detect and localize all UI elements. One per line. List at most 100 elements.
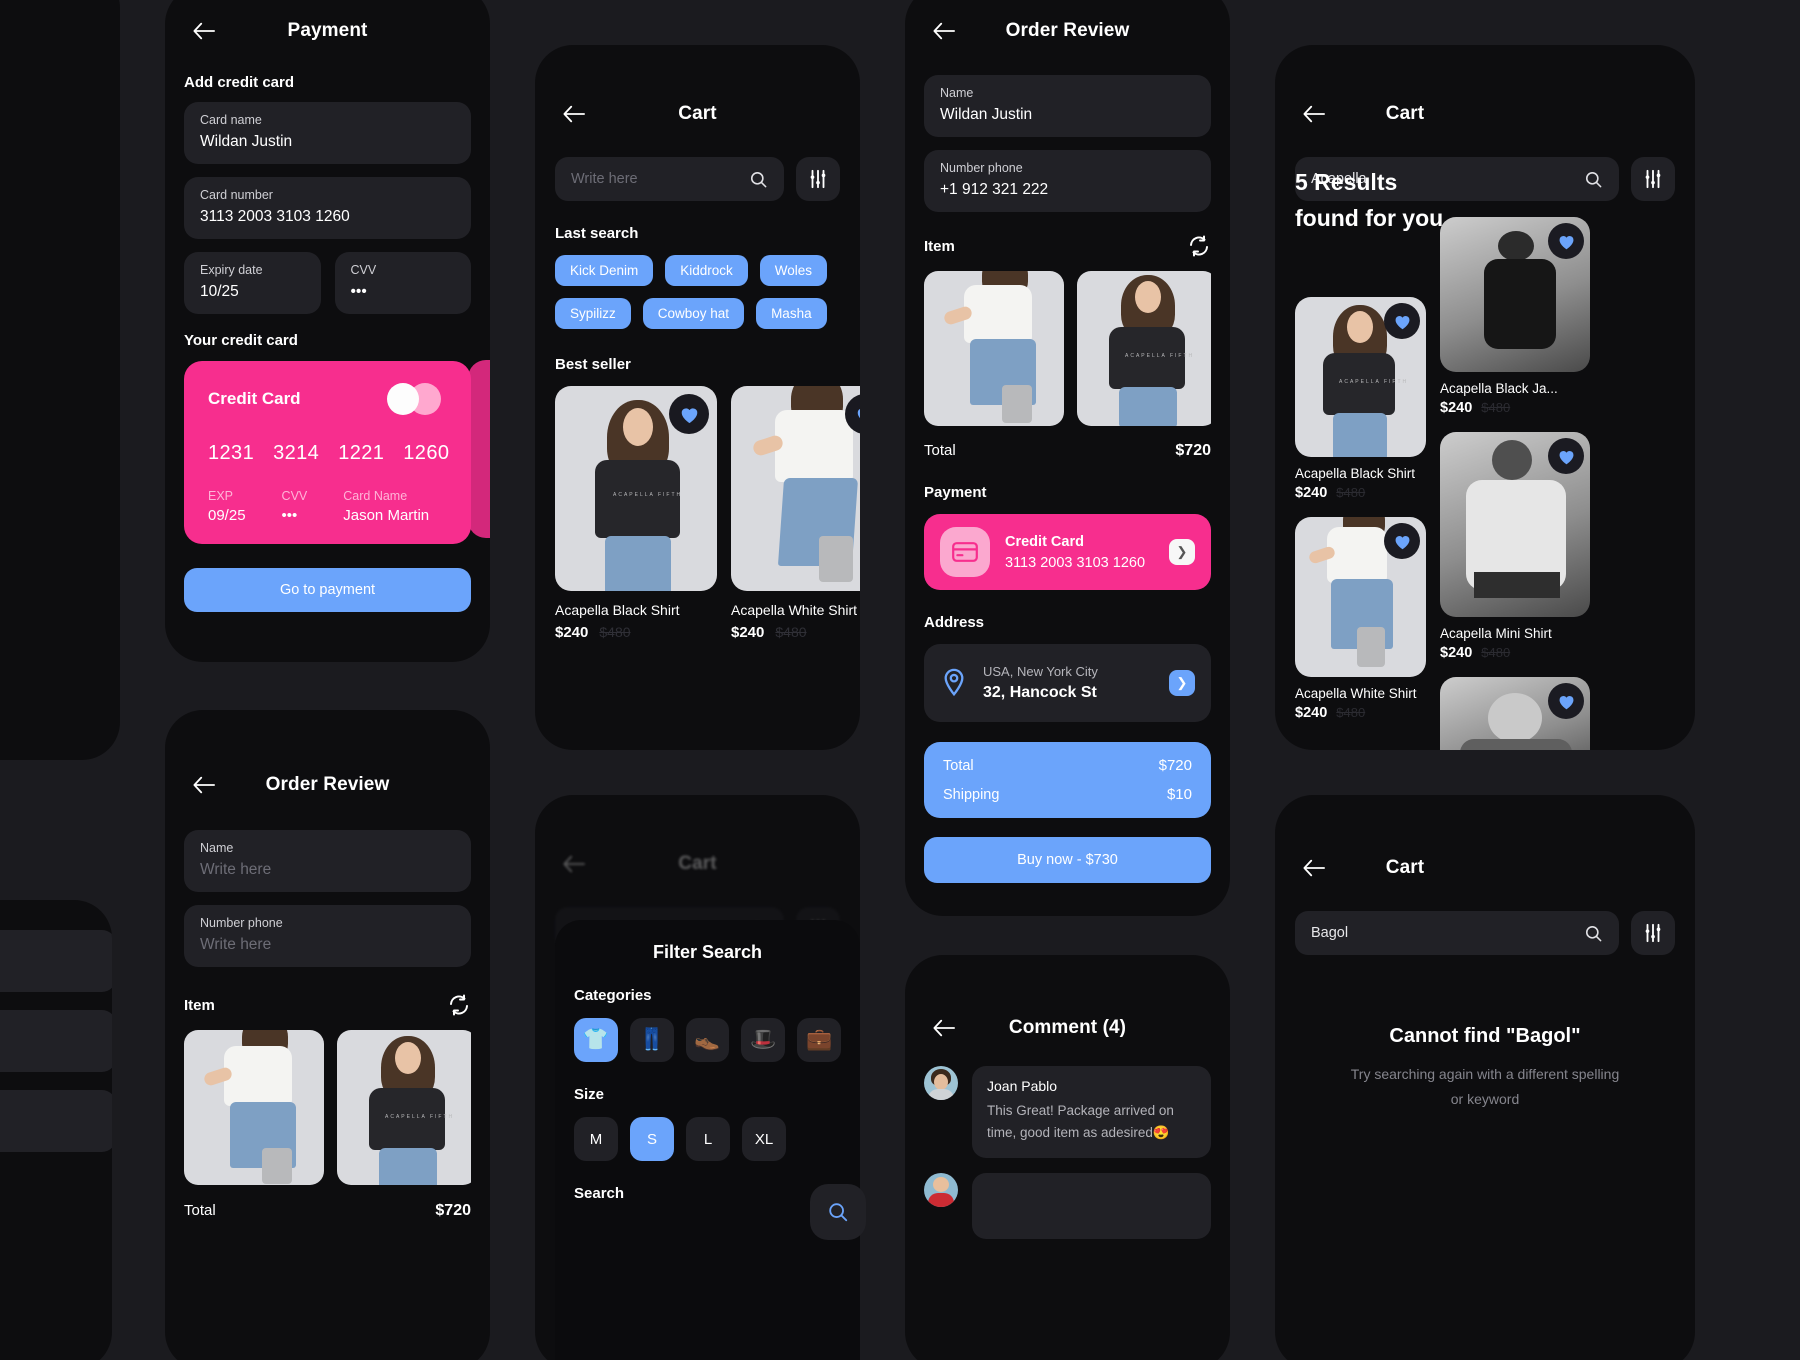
- chevron-right-icon[interactable]: ❯: [1169, 670, 1195, 696]
- expiry-date-label: Expiry date: [200, 263, 263, 277]
- phone-field[interactable]: Number phone +1 912 321 222: [924, 150, 1211, 212]
- product-price: $240: [1440, 400, 1473, 416]
- chip-kiddrock[interactable]: Kiddrock: [665, 255, 748, 286]
- summary-shipping-value: $10: [1166, 786, 1192, 803]
- favorite-button[interactable]: [1384, 523, 1420, 559]
- heart-icon: [681, 407, 697, 423]
- filter-button[interactable]: [796, 157, 840, 201]
- chip-kick-denim[interactable]: Kick Denim: [555, 255, 654, 286]
- comment-bubble: Joan Pablo This Great! Package arrived o…: [972, 1066, 1211, 1158]
- address-texts: USA, New York City 32, Hancock St: [983, 664, 1154, 702]
- search-placeholder: Write here: [571, 171, 638, 187]
- back-arrow-icon[interactable]: [561, 101, 587, 127]
- product-price: $240: [555, 624, 589, 641]
- product-card[interactable]: [1440, 677, 1590, 750]
- search-icon[interactable]: [1584, 924, 1603, 943]
- address-card[interactable]: USA, New York City 32, Hancock St ❯: [924, 644, 1211, 722]
- item-thumb[interactable]: [184, 1030, 324, 1185]
- cvv-field[interactable]: CVV •••: [334, 252, 471, 314]
- chip-masha[interactable]: Masha: [756, 298, 827, 329]
- best-seller-list: ACAPELLA FIFTH Acapella Black Shirt $240…: [555, 386, 860, 641]
- card-number-field[interactable]: Card number 3113 2003 3103 1260: [184, 177, 471, 239]
- favorite-button[interactable]: [1384, 303, 1420, 339]
- product-card[interactable]: Acapella Mini Shirt $240 $480: [1440, 432, 1590, 661]
- phone-field[interactable]: Number phone Write here: [184, 905, 471, 967]
- card-name-label: Card name: [200, 113, 262, 127]
- back-arrow-icon[interactable]: [1301, 101, 1327, 127]
- summary-total-label: Total: [943, 757, 974, 774]
- product-card[interactable]: Acapella Black Ja... $240 $480: [1440, 217, 1590, 416]
- search-icon[interactable]: [1584, 170, 1603, 189]
- filter-button[interactable]: [1631, 911, 1675, 955]
- heart-icon: [1559, 235, 1573, 249]
- refresh-icon[interactable]: [447, 993, 471, 1017]
- card-holder-value: Jason Martin: [343, 507, 430, 524]
- order-summary: Total $720 Shipping $10: [924, 742, 1211, 818]
- chevron-right-icon[interactable]: ❯: [1169, 539, 1195, 565]
- credit-card-next-peek[interactable]: [468, 360, 490, 538]
- phone-placeholder: Write here: [200, 936, 272, 953]
- product-name: Acapella White Shirt: [731, 602, 858, 618]
- hat-category-icon[interactable]: 🎩: [741, 1018, 786, 1062]
- back-arrow-icon[interactable]: [191, 18, 217, 44]
- favorite-button[interactable]: [669, 394, 709, 434]
- size-option-l[interactable]: L: [686, 1117, 730, 1161]
- go-to-payment-button[interactable]: Go to payment: [184, 568, 471, 612]
- size-option-s[interactable]: S: [630, 1117, 674, 1161]
- cvv-label: CVV: [350, 263, 377, 277]
- size-option-xl[interactable]: XL: [742, 1117, 786, 1161]
- product-card[interactable]: ACAPELLA FIFTH Acapella Black Shirt $240…: [1295, 297, 1426, 501]
- item-thumb[interactable]: ACAPELLA FIFTH: [337, 1030, 471, 1185]
- filter-button[interactable]: [1631, 157, 1675, 201]
- jeans-category-icon[interactable]: 👖: [629, 1018, 674, 1062]
- name-value: Wildan Justin: [940, 106, 1033, 123]
- item-label: Item: [924, 237, 955, 255]
- search-input[interactable]: Bagol: [1295, 911, 1619, 955]
- back-arrow-icon[interactable]: [561, 851, 587, 877]
- product-card[interactable]: Acapella White Shirt $240 $480: [1295, 517, 1426, 721]
- back-arrow-icon[interactable]: [931, 18, 957, 44]
- name-field[interactable]: Name Write here: [184, 830, 471, 892]
- phone-label: Number phone: [940, 161, 1023, 175]
- item-thumbnails: ACAPELLA FIFTH: [924, 271, 1211, 426]
- shoe-category-icon[interactable]: 👞: [685, 1018, 730, 1062]
- buy-now-button[interactable]: Buy now - $730: [924, 837, 1211, 883]
- payment-method-card[interactable]: Credit Card 3113 2003 3103 1260 ❯: [924, 514, 1211, 590]
- credit-card-visual[interactable]: Credit Card 1231 3214 1221 1260 EXP 09/2…: [184, 361, 471, 544]
- card-number-label: Card number: [200, 188, 273, 202]
- item-header: Item: [924, 234, 1211, 258]
- back-arrow-icon[interactable]: [191, 772, 217, 798]
- favorite-button[interactable]: [1548, 683, 1584, 719]
- field-stub-3: Write here: [0, 1090, 112, 1152]
- results-heading-line1: 5 Results: [1295, 169, 1398, 195]
- size-label: Size: [574, 1086, 605, 1103]
- item-thumb[interactable]: ACAPELLA FIFTH: [1077, 271, 1211, 426]
- chip-sypilizz[interactable]: Sypilizz: [555, 298, 631, 329]
- comment-text: This Great! Package arrived on time, goo…: [987, 1103, 1174, 1140]
- name-field[interactable]: Name Wildan Justin: [924, 75, 1211, 137]
- favorite-button[interactable]: [1548, 438, 1584, 474]
- product-card[interactable]: Acapella White Shirt $240 $480: [731, 386, 860, 641]
- back-arrow-icon[interactable]: [1301, 855, 1327, 881]
- bag-category-icon[interactable]: 💼: [797, 1018, 841, 1062]
- tshirt-category-icon[interactable]: 👕: [574, 1018, 618, 1062]
- expiry-date-field[interactable]: Expiry date 10/25: [184, 252, 321, 314]
- search-input[interactable]: Write here: [555, 157, 784, 201]
- favorite-button[interactable]: [1548, 223, 1584, 259]
- size-option-m[interactable]: M: [574, 1117, 618, 1161]
- payment-topbar: Payment: [165, 8, 490, 54]
- card-name-field[interactable]: Card name Wildan Justin: [184, 102, 471, 164]
- floating-action-button[interactable]: [810, 1184, 866, 1240]
- chip-woles[interactable]: Woles: [759, 255, 828, 286]
- product-card[interactable]: ACAPELLA FIFTH Acapella Black Shirt $240…: [555, 386, 717, 641]
- product-price: $240: [1295, 705, 1328, 721]
- name-label: Name: [200, 841, 234, 855]
- search-icon[interactable]: [749, 170, 768, 189]
- cart-topbar: Cart: [535, 91, 860, 137]
- refresh-icon[interactable]: [1187, 234, 1211, 258]
- item-thumb[interactable]: [924, 271, 1064, 426]
- results-heading-line2: found for you: [1295, 204, 1444, 231]
- chip-cowboy-hat[interactable]: Cowboy hat: [642, 298, 745, 329]
- card-num-group-1: 1231: [208, 442, 255, 464]
- back-arrow-icon[interactable]: [931, 1015, 957, 1041]
